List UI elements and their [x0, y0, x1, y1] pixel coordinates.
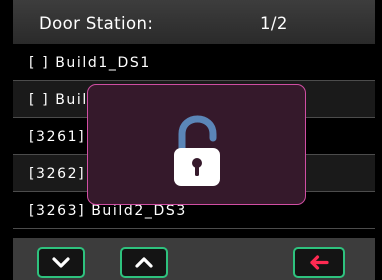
door-station-screen: Door Station: 1/2 [ ] Build1_DS1 [ ] Bui… — [0, 0, 382, 280]
page-title: Door Station: — [39, 14, 154, 33]
chevron-up-icon — [135, 257, 153, 268]
unlock-icon — [174, 115, 220, 186]
page-indicator: 1/2 — [260, 14, 288, 33]
footer-bar — [13, 238, 375, 280]
list-item[interactable]: [ ] Build1_DS1 — [13, 44, 375, 81]
list-item-label: [3263] Build2_DS3 — [29, 203, 187, 219]
page-up-button[interactable] — [120, 247, 168, 278]
back-arrow-icon — [310, 255, 329, 270]
list-item-label: [ ] Build1_DS1 — [29, 55, 151, 71]
unlock-dialog — [87, 84, 306, 205]
back-button[interactable] — [293, 247, 345, 278]
page-down-button[interactable] — [37, 247, 85, 278]
header-bar: Door Station: 1/2 — [13, 0, 375, 44]
chevron-down-icon — [52, 257, 70, 268]
